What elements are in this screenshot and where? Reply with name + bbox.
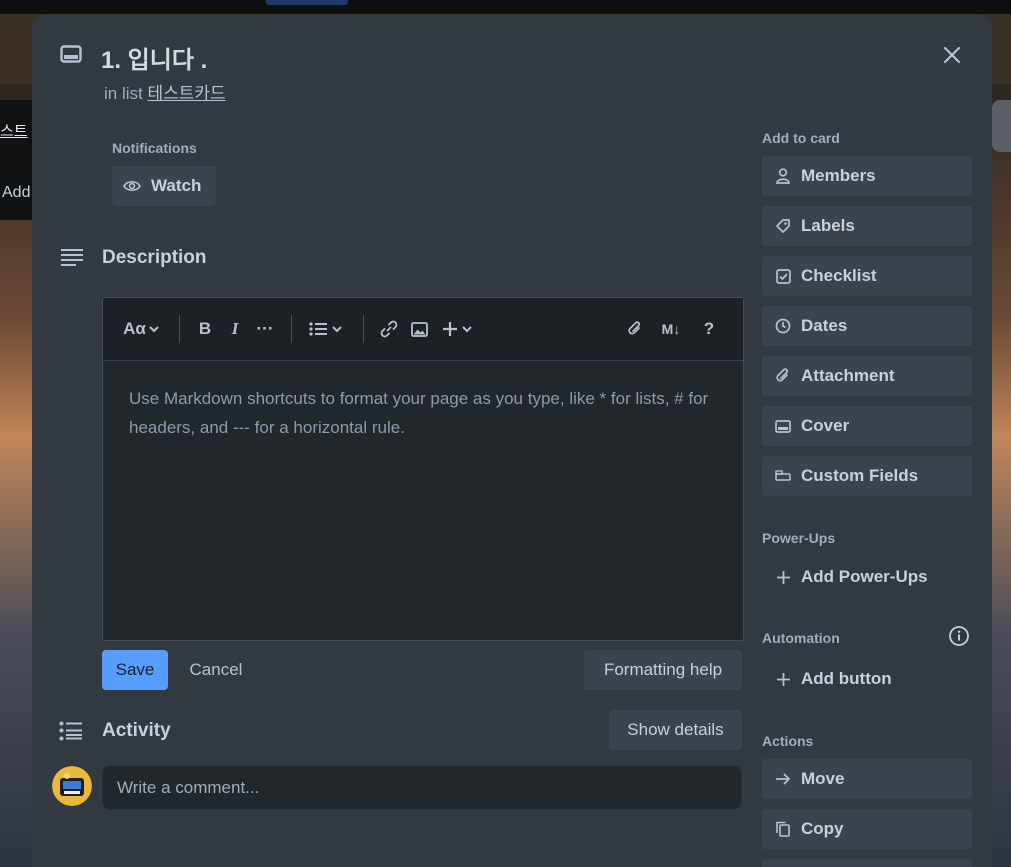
- show-details-button[interactable]: Show details: [609, 710, 742, 750]
- link-button[interactable]: [375, 298, 403, 360]
- card-cover-icon: [775, 419, 791, 433]
- members-label: Members: [801, 166, 876, 185]
- bullet-list-icon: [308, 322, 327, 336]
- cover-label: Cover: [801, 416, 850, 435]
- plus-icon: [443, 322, 457, 336]
- checklist-button[interactable]: Checklist: [762, 256, 972, 296]
- in-list-prefix: in list: [104, 84, 143, 103]
- add-button-button[interactable]: Add button: [762, 659, 972, 699]
- next-action-button[interactable]: [762, 859, 972, 867]
- top-bar: [0, 0, 1011, 14]
- cover-button[interactable]: Cover: [762, 406, 972, 446]
- members-button[interactable]: Members: [762, 156, 972, 196]
- list-name-link[interactable]: 테스트카드: [147, 84, 225, 103]
- clock-icon: [775, 318, 791, 334]
- chevron-down-icon: [462, 326, 472, 333]
- attachment-sidebar-button[interactable]: Attachment: [762, 356, 972, 396]
- cancel-button[interactable]: Cancel: [180, 650, 252, 690]
- help-button[interactable]: ?: [695, 298, 723, 360]
- card-title[interactable]: 1. 입니다 .: [101, 40, 207, 75]
- activity-icon: [59, 721, 82, 741]
- activity-title: Activity: [102, 720, 171, 741]
- list-dropdown[interactable]: [303, 298, 347, 360]
- background-add-card[interactable]: Add: [2, 184, 30, 202]
- link-icon: [380, 320, 398, 338]
- italic-icon: I: [231, 319, 239, 338]
- copy-label: Copy: [801, 819, 844, 838]
- add-to-card-label: Add to card: [762, 130, 840, 146]
- checkbox-icon: [775, 268, 791, 284]
- toolbar-divider: [179, 315, 180, 343]
- chevron-down-icon: [149, 326, 159, 333]
- description-icon: [61, 249, 83, 266]
- card-list-info: in list 테스트카드: [104, 79, 226, 104]
- move-button[interactable]: Move: [762, 759, 972, 799]
- labels-label: Labels: [801, 216, 855, 235]
- comment-input[interactable]: Write a comment...: [102, 765, 742, 810]
- copy-icon: [776, 821, 790, 837]
- more-icon: ···: [256, 319, 274, 338]
- formatting-help-button[interactable]: Formatting help: [584, 650, 742, 690]
- toolbar-divider: [363, 315, 364, 343]
- dates-label: Dates: [801, 316, 848, 335]
- image-icon: [410, 321, 428, 337]
- comment-placeholder: Write a comment...: [117, 777, 260, 797]
- watch-button[interactable]: Watch: [112, 166, 216, 206]
- close-icon[interactable]: [938, 41, 966, 69]
- card-icon: [60, 45, 82, 63]
- info-icon[interactable]: [948, 625, 970, 647]
- plus-icon: [776, 672, 790, 686]
- markdown-toggle[interactable]: M↓: [655, 298, 687, 360]
- custom-field-icon: [775, 470, 791, 481]
- background-list-title: 스트: [0, 123, 28, 140]
- paperclip-icon: [628, 321, 641, 335]
- attachment-button[interactable]: [621, 298, 649, 360]
- chevron-down-icon: [331, 326, 342, 333]
- description-editor[interactable]: Aα B I ··· M↓ ? Use Markdown shortcuts t…: [102, 297, 744, 641]
- automation-label: Automation: [762, 630, 840, 646]
- attachment-label: Attachment: [801, 366, 895, 385]
- move-label: Move: [801, 769, 845, 788]
- text-style-label: Aα: [123, 319, 146, 338]
- italic-button[interactable]: I: [221, 298, 249, 360]
- more-formatting-button[interactable]: ···: [251, 298, 279, 360]
- custom-fields-button[interactable]: Custom Fields: [762, 456, 972, 496]
- copy-button[interactable]: Copy: [762, 809, 972, 849]
- arrow-right-icon: [776, 773, 791, 785]
- editor-toolbar: Aα B I ··· M↓ ?: [103, 298, 743, 361]
- editor-placeholder: Use Markdown shortcuts to format your pa…: [129, 389, 709, 437]
- add-button-label: Add button: [801, 669, 892, 688]
- markdown-icon: M↓: [661, 321, 681, 337]
- dates-button[interactable]: Dates: [762, 306, 972, 346]
- notifications-label: Notifications: [112, 140, 197, 156]
- custom-fields-label: Custom Fields: [801, 466, 919, 485]
- description-title: Description: [102, 247, 207, 268]
- person-icon: [776, 168, 790, 184]
- save-button[interactable]: Save: [102, 650, 168, 690]
- labels-button[interactable]: Labels: [762, 206, 972, 246]
- add-power-ups-label: Add Power-Ups: [801, 567, 928, 586]
- bold-icon: B: [198, 319, 212, 338]
- text-style-dropdown[interactable]: Aα: [119, 298, 163, 360]
- top-bar-active-tab[interactable]: [266, 0, 348, 5]
- actions-label: Actions: [762, 733, 814, 749]
- tag-icon: [776, 219, 790, 233]
- plus-icon: [776, 570, 790, 584]
- avatar[interactable]: [52, 766, 92, 806]
- eye-icon: [123, 181, 141, 191]
- image-button[interactable]: [405, 298, 433, 360]
- background-list-right: [992, 100, 1011, 152]
- background-list: [0, 100, 32, 220]
- add-power-ups-button[interactable]: Add Power-Ups: [762, 557, 972, 597]
- insert-dropdown[interactable]: [437, 298, 477, 360]
- watch-label: Watch: [151, 176, 202, 195]
- checklist-label: Checklist: [801, 266, 877, 285]
- help-icon: ?: [703, 319, 715, 338]
- card-detail-modal: 1. 입니다 . in list 테스트카드 Notifications Wat…: [32, 15, 992, 867]
- bold-button[interactable]: B: [191, 298, 219, 360]
- power-ups-label: Power-Ups: [762, 530, 836, 546]
- toolbar-divider: [291, 315, 292, 343]
- paperclip-icon: [776, 368, 789, 382]
